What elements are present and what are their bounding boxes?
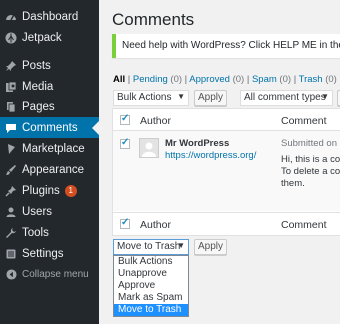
sidebar-item-appearance[interactable]: Appearance	[0, 159, 99, 180]
filter-trash-link[interactable]: Trash	[299, 74, 323, 85]
sidebar-item-settings[interactable]: Settings	[0, 243, 99, 264]
plugin-icon	[0, 185, 22, 197]
sidebar-item-comments[interactable]: Comments	[0, 117, 99, 138]
sidebar-item-tools[interactable]: Tools	[0, 222, 99, 243]
dashboard-icon	[0, 11, 22, 23]
update-count-badge: 1	[64, 184, 77, 197]
comment-type-select[interactable]: All comment types ▼	[240, 90, 333, 106]
comments-table: Author Comment Mr WordPress https://word…	[112, 108, 340, 236]
select-all-checkbox-bottom[interactable]	[120, 217, 130, 229]
wrench-icon	[0, 227, 22, 239]
main-content: Comments Need help with WordPress? Click…	[99, 0, 340, 324]
page-icon	[0, 101, 22, 113]
avatar	[139, 138, 159, 158]
comment-line: To delete a comm	[281, 166, 340, 177]
chevron-down-icon: ▼	[321, 92, 329, 101]
brush-icon	[0, 164, 22, 176]
comment-submitted: Submitted on 20	[281, 138, 340, 149]
submitted-prefix: Submitted on	[281, 138, 340, 149]
sidebar-item-label: Media	[22, 80, 54, 93]
sidebar-item-label: Marketplace	[22, 142, 85, 155]
filter-approved-count: (0)	[232, 74, 245, 85]
comment-line: them.	[281, 178, 305, 189]
apply-button-top[interactable]: Apply	[194, 90, 227, 106]
sidebar-item-label: Settings	[22, 247, 64, 260]
sidebar-item-label: Plugins	[22, 184, 60, 197]
bulk-actions-value: Bulk Actions	[117, 92, 172, 103]
sidebar-item-label: Collapse menu	[22, 269, 89, 280]
filter-trash-count: (0)	[325, 74, 337, 85]
comment-author-url[interactable]: https://wordpress.org/	[165, 150, 256, 161]
filter-separator: |	[127, 74, 131, 85]
filter-all-link[interactable]: All	[113, 74, 125, 85]
comment-icon	[0, 122, 22, 134]
collapse-icon	[0, 269, 22, 280]
column-author-header[interactable]: Author	[140, 115, 171, 127]
settings-icon	[0, 248, 22, 260]
media-icon	[0, 81, 22, 93]
sidebar-item-dashboard[interactable]: Dashboard	[0, 6, 99, 27]
dropdown-option-approve[interactable]: Approve	[114, 280, 188, 292]
table-row: Mr WordPress https://wordpress.org/ Subm…	[113, 131, 340, 211]
filter-spam-link[interactable]: Spam	[252, 74, 277, 85]
sidebar-item-posts[interactable]: Posts	[0, 55, 99, 76]
comment-line: Hi, this is a comm	[281, 154, 340, 165]
sidebar-item-users[interactable]: Users	[0, 201, 99, 222]
filter-approved-link[interactable]: Approved	[189, 74, 230, 85]
column-comment-footer: Comment	[281, 219, 327, 231]
pin-icon	[0, 60, 22, 72]
bulk-actions-select-bottom[interactable]: Move to Trash ▼	[113, 239, 189, 255]
table-footer: Author Comment	[113, 212, 340, 234]
dropdown-option-move-to-trash[interactable]: Move to Trash	[114, 304, 188, 316]
marketplace-icon	[0, 143, 22, 155]
comment-body: Hi, this is a comm To delete a comm them…	[281, 154, 340, 190]
apply-button-bottom[interactable]: Apply	[194, 239, 227, 255]
row-checkbox[interactable]	[120, 137, 130, 149]
sidebar-item-label: Dashboard	[22, 10, 79, 23]
chevron-down-icon: ▼	[177, 92, 185, 101]
sidebar-item-plugins[interactable]: Plugins 1	[0, 180, 99, 201]
column-author-footer[interactable]: Author	[140, 219, 171, 231]
filter-pending-link[interactable]: Pending	[133, 74, 168, 85]
sidebar-item-label: Appearance	[22, 163, 85, 176]
bulk-actions-select-top[interactable]: Bulk Actions ▼	[113, 90, 189, 106]
comment-type-value: All comment types	[244, 92, 326, 103]
bulk-actions-value: Move to Trash	[117, 241, 181, 252]
sidebar-item-marketplace[interactable]: Marketplace	[0, 138, 99, 159]
dropdown-option-unapprove[interactable]: Unapprove	[114, 268, 188, 280]
jetpack-icon	[0, 32, 22, 44]
table-header: Author Comment	[113, 109, 340, 131]
bulk-actions-dropdown: Bulk Actions Unapprove Approve Mark as S…	[113, 255, 189, 317]
user-icon	[0, 206, 22, 218]
sidebar-item-label: Tools	[22, 226, 49, 239]
sidebar-item-label: Posts	[22, 59, 51, 72]
sidebar-item-label: Comments	[22, 121, 78, 134]
sidebar-item-label: Users	[22, 205, 53, 218]
filter-pending-count: (0)	[170, 74, 183, 85]
comment-status-filters: All | Pending (0) | Approved (0) | Spam …	[113, 74, 337, 85]
comment-author-name: Mr WordPress	[165, 138, 230, 149]
sidebar-item-jetpack[interactable]: Jetpack	[0, 27, 99, 48]
sidebar-item-label: Jetpack	[22, 31, 62, 44]
dropdown-option-mark-as-spam[interactable]: Mark as Spam	[114, 292, 188, 304]
filter-separator: |	[293, 74, 297, 85]
sidebar-item-pages[interactable]: Pages	[0, 96, 99, 117]
filter-separator: |	[246, 74, 250, 85]
column-comment-header: Comment	[281, 115, 327, 127]
filter-spam-count: (0)	[279, 74, 292, 85]
sidebar-item-label: Pages	[22, 100, 55, 113]
help-notice: Need help with WordPress? Click HELP ME …	[112, 34, 340, 58]
page-title: Comments	[112, 10, 195, 29]
sidebar-item-media[interactable]: Media	[0, 76, 99, 97]
dropdown-option-bulk-actions[interactable]: Bulk Actions	[114, 256, 188, 268]
select-all-checkbox[interactable]	[120, 113, 130, 125]
chevron-down-icon: ▼	[177, 241, 185, 250]
admin-sidebar: Dashboard Jetpack Posts Media Pages Comm…	[0, 0, 99, 324]
filter-separator: |	[184, 74, 188, 85]
collapse-menu-button[interactable]: Collapse menu	[0, 264, 99, 285]
